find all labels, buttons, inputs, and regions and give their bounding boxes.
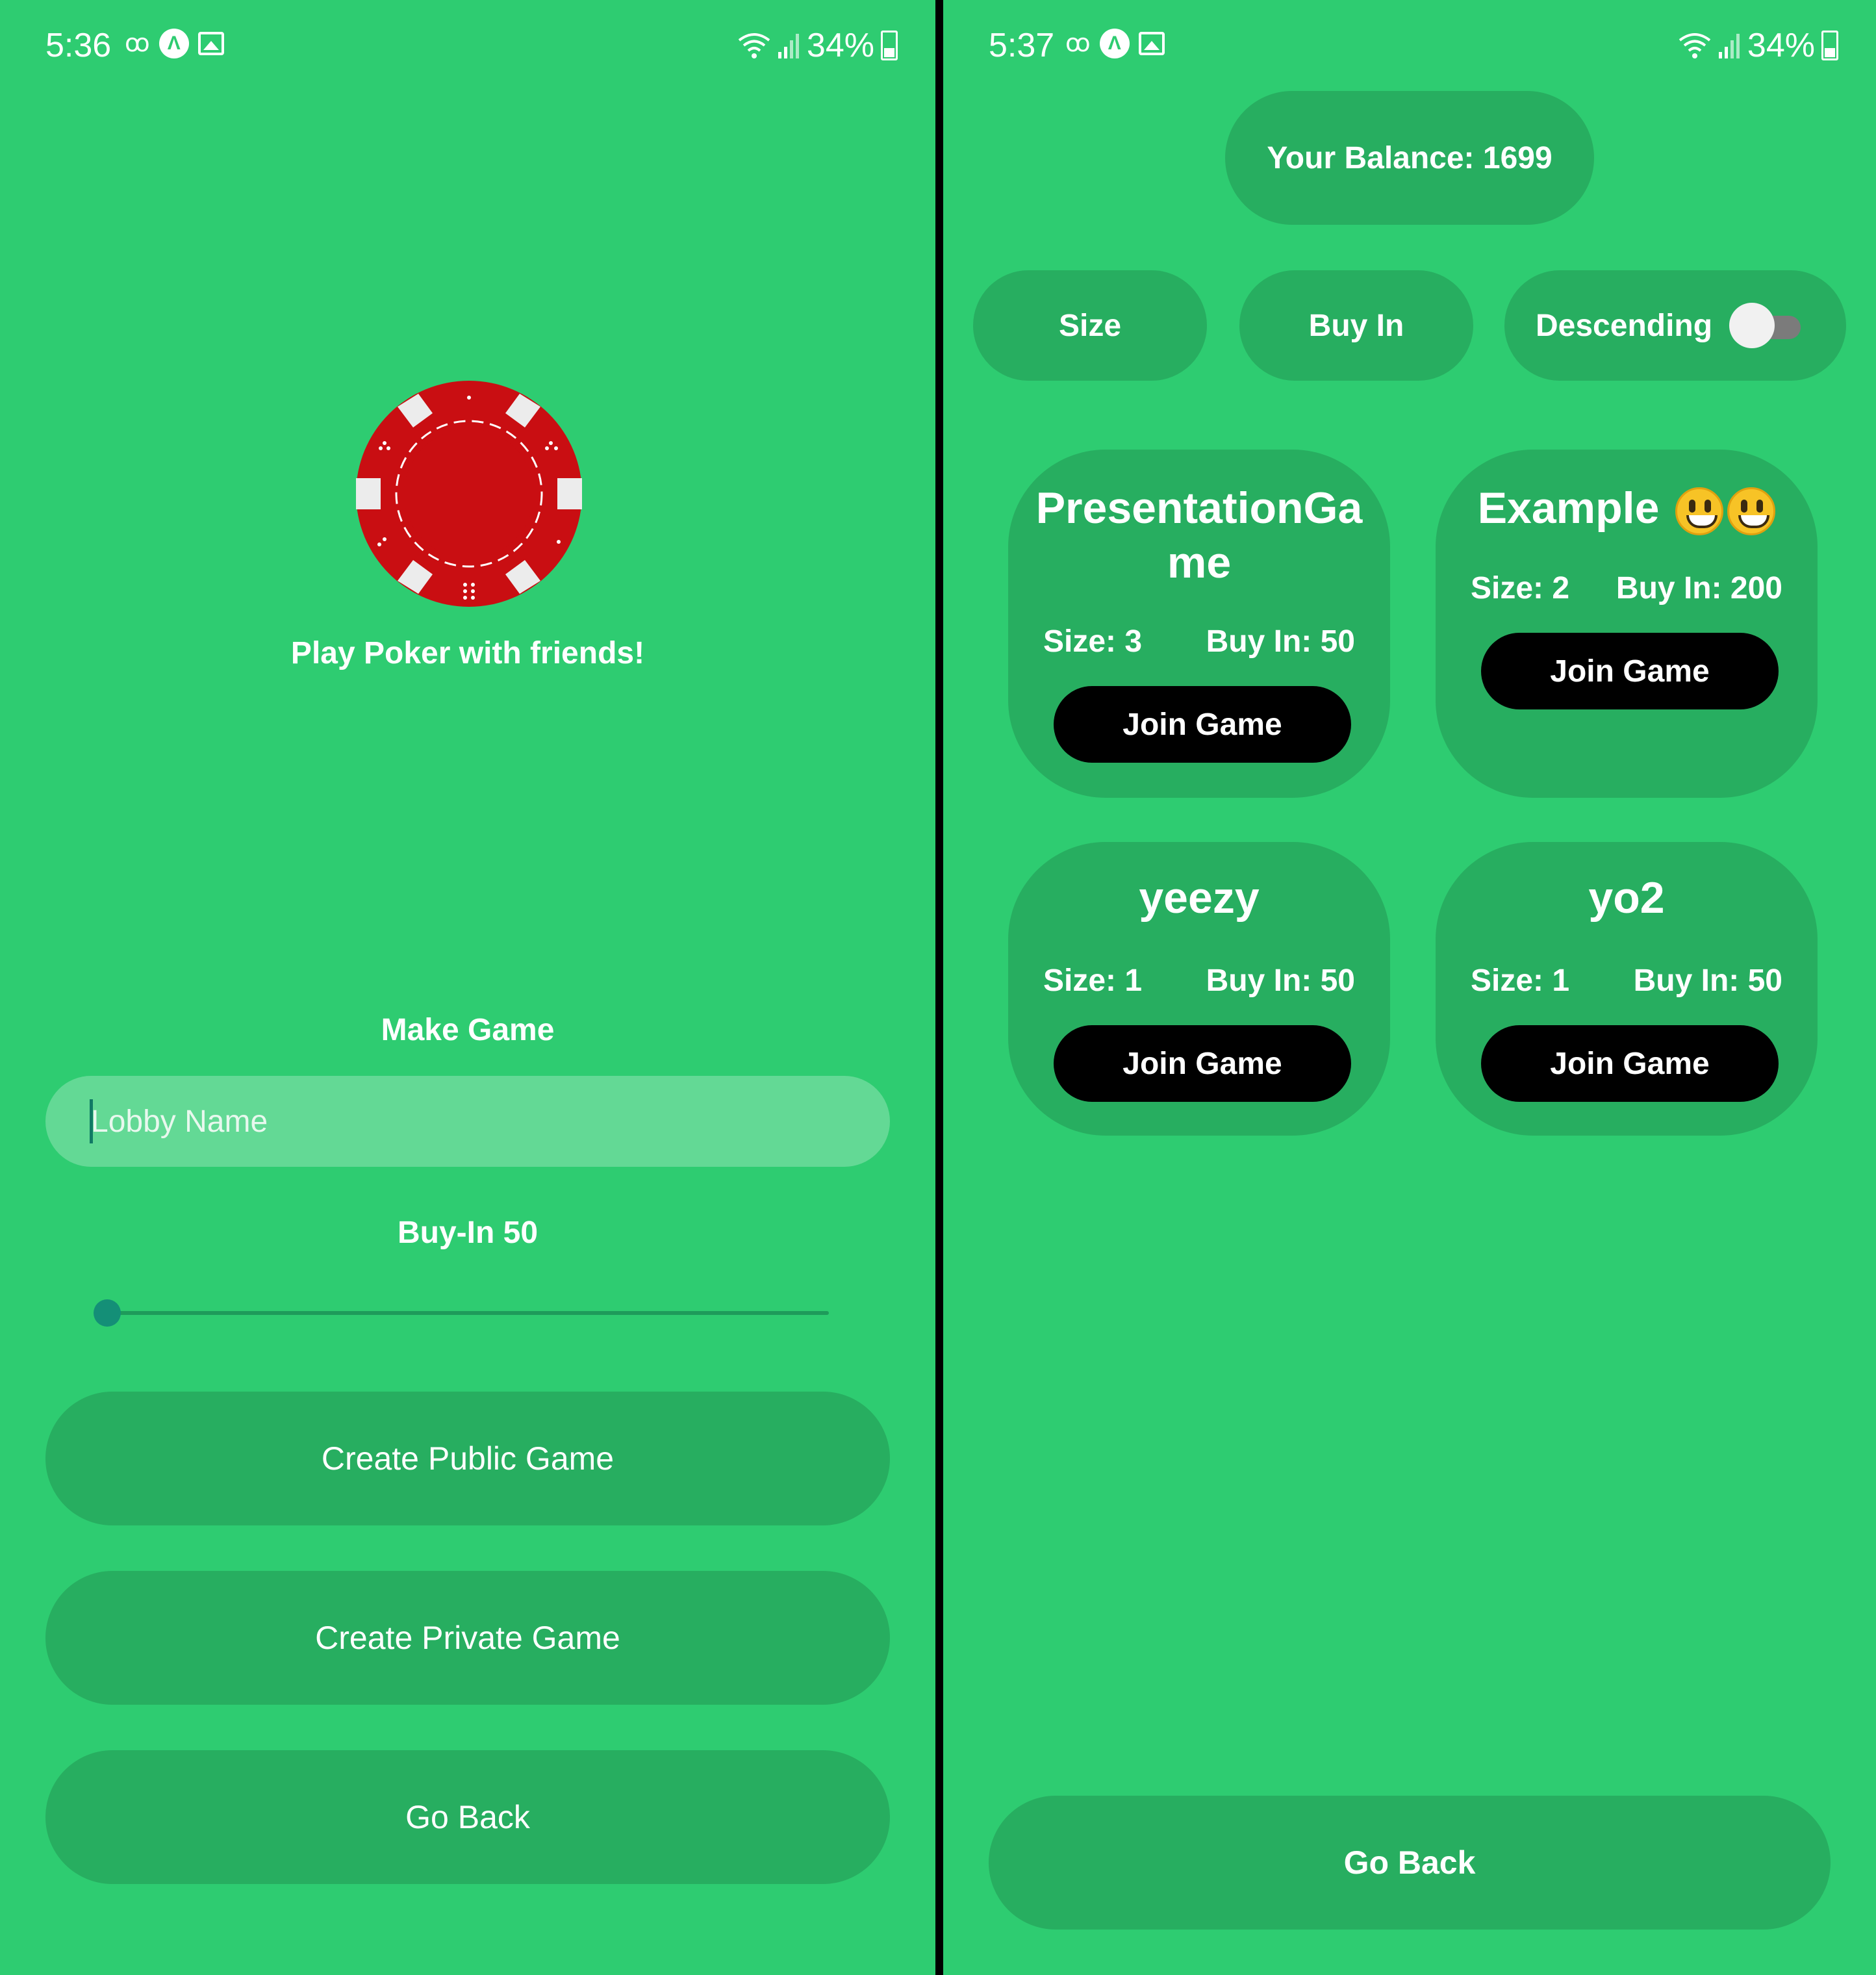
lobby-card: Example Size: 2 Buy In: 200 Join Game bbox=[1436, 450, 1818, 798]
signal-icon bbox=[778, 34, 799, 58]
text-cursor bbox=[90, 1099, 93, 1143]
create-private-game-button[interactable]: Create Private Game bbox=[45, 1571, 890, 1705]
join-game-button[interactable]: Join Game bbox=[1054, 1025, 1351, 1102]
lobby-card: yo2 Size: 1 Buy In: 50 Join Game bbox=[1436, 842, 1818, 1136]
wifi-icon bbox=[738, 33, 770, 58]
descending-toggle-pill: Descending bbox=[1504, 270, 1846, 381]
make-game-title: Make Game bbox=[381, 1013, 555, 1047]
status-bar: 5:37 ꝏ Λ 34% bbox=[943, 22, 1876, 68]
join-game-button[interactable]: Join Game bbox=[1481, 1025, 1779, 1102]
status-bar: 5:36 ꝏ Λ 34% bbox=[0, 22, 935, 68]
status-time: 5:36 bbox=[45, 27, 112, 64]
lobby-buy-in: Buy In: 50 bbox=[1206, 963, 1355, 998]
lobby-size: Size: 2 bbox=[1471, 571, 1570, 605]
app-a-icon: Λ bbox=[1099, 29, 1130, 58]
join-game-button[interactable]: Join Game bbox=[1054, 686, 1351, 763]
lobby-size: Size: 3 bbox=[1043, 624, 1143, 659]
lobby-card: PresentationGame Size: 3 Buy In: 50 Join… bbox=[1008, 450, 1390, 798]
create-game-screen: 5:36 ꝏ Λ 34% Play Poker with friends! Ma… bbox=[0, 0, 935, 1975]
descending-label: Descending bbox=[1536, 308, 1713, 343]
go-back-button[interactable]: Go Back bbox=[45, 1750, 890, 1884]
balance-display: Your Balance: 1699 bbox=[1225, 91, 1594, 225]
lobby-name: yeezy bbox=[1139, 873, 1260, 923]
slider-track[interactable] bbox=[94, 1311, 829, 1315]
tagline: Play Poker with friends! bbox=[290, 636, 645, 670]
buy-in-label: Buy-In 50 bbox=[397, 1216, 539, 1250]
slider-thumb[interactable] bbox=[94, 1299, 121, 1327]
battery-percent: 34% bbox=[806, 27, 874, 64]
lobby-card: yeezy Size: 1 Buy In: 50 Join Game bbox=[1008, 842, 1390, 1136]
smiley-emoji-icon bbox=[1675, 487, 1724, 536]
lobby-size: Size: 1 bbox=[1043, 963, 1143, 998]
smiley-emoji-icon bbox=[1727, 487, 1776, 536]
sort-size-button[interactable]: Size bbox=[973, 270, 1207, 381]
poker-chip-icon bbox=[356, 381, 582, 607]
signal-icon bbox=[1718, 34, 1740, 58]
battery-percent: 34% bbox=[1747, 27, 1815, 64]
voicemail-icon: ꝏ bbox=[125, 30, 150, 57]
join-game-button[interactable]: Join Game bbox=[1481, 633, 1779, 709]
lobby-buy-in: Buy In: 50 bbox=[1633, 963, 1782, 998]
lobby-list-screen: 5:37 ꝏ Λ 34% Your Balance: 1699 Size Buy… bbox=[943, 0, 1876, 1975]
voicemail-icon: ꝏ bbox=[1065, 30, 1091, 57]
sort-buy-in-button[interactable]: Buy In bbox=[1239, 270, 1473, 381]
gallery-icon bbox=[197, 32, 224, 55]
lobby-name: yo2 bbox=[1588, 873, 1665, 923]
lobby-buy-in: Buy In: 50 bbox=[1206, 624, 1355, 659]
go-back-button[interactable]: Go Back bbox=[989, 1796, 1831, 1930]
descending-toggle[interactable] bbox=[1729, 303, 1801, 348]
lobby-size: Size: 1 bbox=[1471, 963, 1570, 998]
battery-icon bbox=[1821, 31, 1838, 60]
buy-in-slider[interactable] bbox=[94, 1299, 829, 1327]
wifi-icon bbox=[1679, 33, 1711, 58]
lobby-name-row: Example bbox=[1436, 481, 1818, 536]
toggle-thumb[interactable] bbox=[1729, 303, 1775, 348]
battery-icon bbox=[881, 31, 898, 60]
lobby-name: PresentationGame bbox=[1035, 483, 1363, 587]
gallery-icon bbox=[1138, 32, 1165, 55]
lobby-buy-in: Buy In: 200 bbox=[1616, 571, 1782, 605]
lobby-name: Example bbox=[1477, 483, 1660, 533]
status-time: 5:37 bbox=[989, 27, 1055, 64]
lobby-name-input[interactable] bbox=[45, 1076, 890, 1167]
create-public-game-button[interactable]: Create Public Game bbox=[45, 1392, 890, 1525]
app-a-icon: Λ bbox=[158, 29, 189, 58]
